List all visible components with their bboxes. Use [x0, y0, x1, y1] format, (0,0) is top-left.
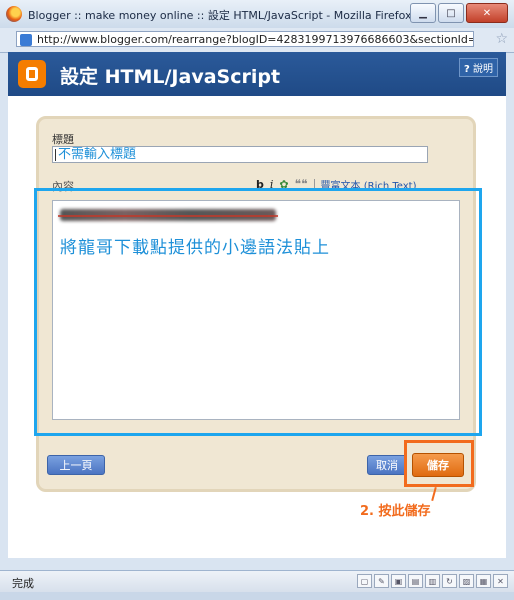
- status-icons: ▢ ✎ ▣ ▤ ▥ ↻ ▨ ▦ ✕: [357, 574, 508, 588]
- firefox-icon: [6, 6, 22, 22]
- textarea-highlight-box: [34, 188, 482, 436]
- window-icon[interactable]: ▦: [476, 574, 491, 588]
- page-title: 設定 HTML/JavaScript: [60, 66, 281, 88]
- cancel-button[interactable]: 取消: [367, 455, 407, 475]
- help-icon: ?: [464, 64, 470, 75]
- page-icon[interactable]: ▢: [357, 574, 372, 588]
- window-controls: ▁ □ ✕: [410, 3, 508, 23]
- window-title: Blogger :: make money online :: 設定 HTML/…: [28, 9, 412, 22]
- refresh-icon[interactable]: ↻: [442, 574, 457, 588]
- minimize-button[interactable]: ▁: [410, 3, 436, 23]
- disk-icon[interactable]: ▤: [408, 574, 423, 588]
- bookmark-star-icon[interactable]: ☆: [495, 31, 508, 47]
- close-button[interactable]: ✕: [466, 3, 508, 23]
- title-input[interactable]: 不需輸入標題: [52, 146, 428, 163]
- text-caret: [55, 148, 56, 161]
- address-bar: http://www.blogger.com/rearrange?blogID=…: [0, 28, 514, 53]
- save-highlight-box: [404, 440, 474, 487]
- help-link[interactable]: ? 說明: [459, 58, 498, 77]
- title-label: 標題: [52, 133, 74, 146]
- maximize-button[interactable]: □: [438, 3, 464, 23]
- title-input-value: 不需輸入標題: [58, 147, 137, 162]
- blogger-logo-icon: [18, 60, 46, 88]
- status-text: 完成: [12, 577, 34, 590]
- window-titlebar: Blogger :: make money online :: 設定 HTML/…: [0, 0, 514, 29]
- dialog-header: 設定 HTML/JavaScript ? 說明: [8, 52, 506, 96]
- status-bar: 完成 ▢ ✎ ▣ ▤ ▥ ↻ ▨ ▦ ✕: [0, 570, 514, 593]
- pen-icon[interactable]: ✎: [374, 574, 389, 588]
- url-field[interactable]: http://www.blogger.com/rearrange?blogID=…: [16, 31, 474, 47]
- previous-button[interactable]: 上一頁: [47, 455, 105, 475]
- help-label: 說明: [473, 64, 493, 75]
- window-bottom-edge: [0, 592, 514, 600]
- annotation-label: 2. 按此儲存: [360, 504, 431, 519]
- screen-icon[interactable]: ▣: [391, 574, 406, 588]
- print-icon[interactable]: ▥: [425, 574, 440, 588]
- tools-icon[interactable]: ✕: [493, 574, 508, 588]
- image-icon[interactable]: ▨: [459, 574, 474, 588]
- url-text: http://www.blogger.com/rearrange?blogID=…: [37, 33, 473, 46]
- site-icon: [20, 34, 32, 46]
